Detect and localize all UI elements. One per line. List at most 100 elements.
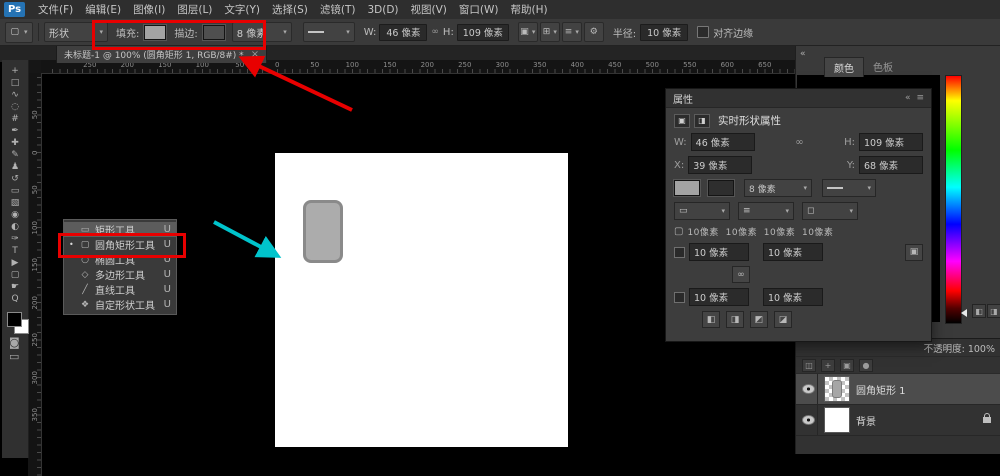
stroke-caps-select[interactable]: ≡ ▾ xyxy=(738,202,794,220)
flyout-item-ellipse-tool[interactable]: ○ 椭圆工具 U xyxy=(64,252,176,267)
dodge-tool[interactable]: ◐ xyxy=(4,221,26,233)
pathfinder-icon[interactable]: ◪ xyxy=(774,311,792,328)
tab-properties[interactable]: 属性 xyxy=(673,91,693,106)
brush-tool[interactable]: ✎ xyxy=(4,149,26,161)
menu-item[interactable]: 滤镜(T) xyxy=(314,0,362,19)
path-alignment-button[interactable]: ⊞▾ xyxy=(540,22,560,42)
stroke-align-select[interactable]: ▭ ▾ xyxy=(674,202,730,220)
hue-slider-marker[interactable] xyxy=(961,309,967,317)
radius-top-right-input[interactable]: 10 像素 xyxy=(763,243,823,261)
menu-item[interactable]: 编辑(E) xyxy=(79,0,127,19)
stroke-style-select[interactable]: ▾ xyxy=(303,22,355,42)
lock-option-icon[interactable]: ▣ xyxy=(840,359,854,372)
align-edges-checkbox[interactable] xyxy=(697,26,709,38)
radius-input[interactable]: 10 像素 xyxy=(640,24,688,41)
link-dimensions-icon[interactable]: ∞ xyxy=(759,137,840,148)
collapse-panels-icon[interactable]: « xyxy=(800,49,806,59)
menu-item[interactable]: 窗口(W) xyxy=(453,0,505,19)
layer-row-rounded-rectangle[interactable]: 圆角矩形 1 xyxy=(796,374,1000,405)
eraser-tool[interactable]: ▭ xyxy=(4,185,26,197)
pathfinder-icon[interactable]: ◩ xyxy=(750,311,768,328)
lasso-tool[interactable]: ∿ xyxy=(4,89,26,101)
panel-menu-icon[interactable]: ≡ xyxy=(916,93,924,103)
layer-thumbnail[interactable] xyxy=(824,407,850,433)
menu-item[interactable]: 3D(D) xyxy=(361,0,404,19)
width-input[interactable]: 46 像素 xyxy=(691,133,755,151)
clone-stamp-tool[interactable]: ♟ xyxy=(4,161,26,173)
visibility-eye-icon[interactable] xyxy=(802,384,815,394)
menu-item[interactable]: 选择(S) xyxy=(266,0,314,19)
lock-option-icon[interactable]: ◫ xyxy=(802,359,816,372)
link-dimensions-icon[interactable]: ∞ xyxy=(431,27,439,37)
layer-name[interactable]: 圆角矩形 1 xyxy=(856,382,906,397)
marquee-tool[interactable]: □ xyxy=(4,77,26,89)
menu-item[interactable]: 文件(F) xyxy=(32,0,79,19)
stroke-corners-select[interactable]: ◻ ▾ xyxy=(802,202,858,220)
radius-bottom-right-input[interactable]: 10 像素 xyxy=(763,288,823,306)
radius-checkbox[interactable] xyxy=(674,292,685,303)
radius-checkbox[interactable] xyxy=(674,247,685,258)
gear-icon[interactable]: ⚙ xyxy=(584,22,604,42)
lock-option-icon[interactable]: ● xyxy=(859,359,873,372)
foreground-color-swatch[interactable] xyxy=(7,312,22,327)
gradient-tool[interactable]: ▧ xyxy=(4,197,26,209)
menu-item[interactable]: 帮助(H) xyxy=(505,0,554,19)
history-brush-tool[interactable]: ↺ xyxy=(4,173,26,185)
blur-tool[interactable]: ◉ xyxy=(4,209,26,221)
move-tool[interactable]: + xyxy=(4,65,26,77)
crop-tool[interactable]: # xyxy=(4,113,26,125)
zoom-tool[interactable]: Q xyxy=(4,293,26,305)
document-tab[interactable]: 未标题-1 @ 100% (圆角矩形 1, RGB/8#) * × xyxy=(56,45,267,63)
height-input[interactable]: 109 像素 xyxy=(457,24,509,41)
panel-icon[interactable]: ◧ xyxy=(972,304,986,318)
flyout-item-rounded-rectangle-tool[interactable]: • ▢ 圆角矩形工具 U xyxy=(64,237,176,252)
pen-tool[interactable]: ✑ xyxy=(4,233,26,245)
quick-mask-icon[interactable]: ◙ xyxy=(9,336,20,349)
layer-name[interactable]: 背景 xyxy=(856,413,876,428)
shape-tool[interactable]: ▢ xyxy=(4,269,26,281)
eyedropper-tool[interactable]: ✒ xyxy=(4,125,26,137)
pathfinder-icon[interactable]: ◨ xyxy=(726,311,744,328)
stroke-width-select[interactable]: 8 像素 ▾ xyxy=(744,179,812,197)
tool-mode-select[interactable]: 形状 ▾ xyxy=(44,22,108,42)
width-input[interactable]: 46 像素 xyxy=(379,24,427,41)
fill-swatch[interactable] xyxy=(674,180,700,196)
hand-tool[interactable]: ☛ xyxy=(4,281,26,293)
stroke-swatch[interactable] xyxy=(708,180,734,196)
quick-selection-tool[interactable]: ◌ xyxy=(4,101,26,113)
menu-item[interactable]: 图像(I) xyxy=(127,0,171,19)
panel-icon[interactable]: ◨ xyxy=(987,304,1000,318)
x-input[interactable]: 39 像素 xyxy=(688,156,752,174)
layer-thumbnail[interactable] xyxy=(824,376,850,402)
path-operations-button[interactable]: ▣▾ xyxy=(518,22,538,42)
height-input[interactable]: 109 像素 xyxy=(859,133,923,151)
lock-option-icon[interactable]: + xyxy=(821,359,835,372)
path-selection-tool[interactable]: ▶ xyxy=(4,257,26,269)
chain-link-icon[interactable]: ∞ xyxy=(732,266,750,283)
stroke-swatch[interactable] xyxy=(203,25,225,40)
layer-row-background[interactable]: 背景 xyxy=(796,405,1000,436)
rounded-rectangle-shape[interactable] xyxy=(303,200,343,263)
link-radius-icon[interactable]: ▣ xyxy=(905,244,923,261)
flyout-item-line-tool[interactable]: ╱ 直线工具 U xyxy=(64,282,176,297)
menu-item[interactable]: 视图(V) xyxy=(405,0,453,19)
flyout-item-polygon-tool[interactable]: ◇ 多边形工具 U xyxy=(64,267,176,282)
collapse-icon[interactable]: « xyxy=(905,93,911,103)
tool-preset-button[interactable]: ▢ ▾ xyxy=(5,22,33,43)
healing-brush-tool[interactable]: ✚ xyxy=(4,137,26,149)
screen-mode-icon[interactable]: ▭ xyxy=(9,350,19,363)
path-arrangement-button[interactable]: ≡▾ xyxy=(562,22,582,42)
canvas-document[interactable] xyxy=(275,153,568,447)
flyout-item-custom-shape-tool[interactable]: ❖ 自定形状工具 U xyxy=(64,297,176,312)
fill-swatch[interactable] xyxy=(144,25,166,40)
hue-spectrum-strip[interactable] xyxy=(945,75,962,324)
radius-bottom-left-input[interactable]: 10 像素 xyxy=(689,288,749,306)
pathfinder-icon[interactable]: ◧ xyxy=(702,311,720,328)
y-input[interactable]: 68 像素 xyxy=(859,156,923,174)
stroke-width-select[interactable]: 8 像素 ▾ xyxy=(232,22,292,42)
flyout-item-rectangle-tool[interactable]: ▭ 矩形工具 U xyxy=(64,222,176,237)
type-tool[interactable]: T xyxy=(4,245,26,257)
menu-item[interactable]: 文字(Y) xyxy=(218,0,266,19)
stroke-style-select[interactable]: ▾ xyxy=(822,179,876,197)
radius-top-left-input[interactable]: 10 像素 xyxy=(689,243,749,261)
